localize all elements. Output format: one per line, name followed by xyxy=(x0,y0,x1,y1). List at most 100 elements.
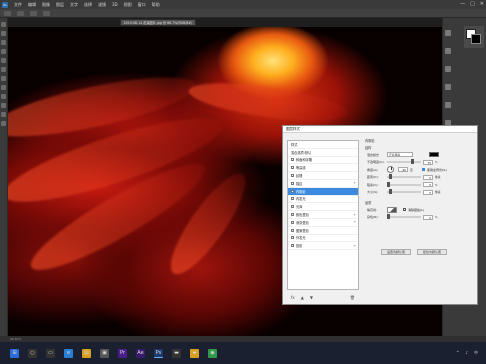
history-panel-icon[interactable] xyxy=(445,30,451,36)
search-icon[interactable]: ○ xyxy=(28,348,37,358)
opacity-slider-knob[interactable] xyxy=(411,159,414,165)
photoshop-icon[interactable]: Ps xyxy=(154,348,163,358)
menu-view[interactable]: 视图 xyxy=(124,2,132,8)
menu-file[interactable]: 文件 xyxy=(14,2,22,8)
style-checkbox[interactable] xyxy=(291,197,294,201)
brush-tool-icon[interactable] xyxy=(1,76,6,81)
quick-select-tool-icon[interactable] xyxy=(1,49,6,54)
menu-3d[interactable]: 3D xyxy=(112,2,118,7)
edge-icon[interactable]: e xyxy=(64,348,73,358)
tray-icon[interactable]: ^ xyxy=(456,350,459,356)
reset-default-button[interactable]: 复位为默认值 xyxy=(417,249,448,255)
style-list-item[interactable]: 内阴影 + xyxy=(288,187,358,196)
marquee-tool-icon[interactable] xyxy=(1,31,6,36)
style-checkbox[interactable] xyxy=(291,244,294,248)
style-list-item[interactable]: 等高线 xyxy=(288,164,358,173)
document-tab[interactable]: 2019-08-14 花朵图片.jpg @ 66.7%(RGB/8#) xyxy=(120,19,196,26)
lasso-tool-icon[interactable] xyxy=(1,40,6,45)
delete-icon[interactable]: 🗑 xyxy=(350,295,355,300)
menu-window[interactable]: 窗口 xyxy=(138,2,146,8)
add-style-icon[interactable]: + xyxy=(353,220,356,224)
size-slider[interactable] xyxy=(387,189,421,195)
style-list-item[interactable]: 内发光 xyxy=(288,196,358,204)
option-icon[interactable] xyxy=(17,10,24,16)
menu-edit[interactable]: 编辑 xyxy=(28,2,36,8)
distance-input[interactable]: 5 xyxy=(423,174,433,180)
style-list-item[interactable]: 样式 xyxy=(288,141,358,149)
style-list-item[interactable]: 外发光 xyxy=(288,235,358,243)
add-style-icon[interactable]: + xyxy=(353,244,356,248)
shadow-color-swatch[interactable] xyxy=(429,152,439,158)
style-list-item[interactable]: 投影 + xyxy=(288,242,358,251)
style-list-item[interactable]: 颜色叠加 + xyxy=(288,211,358,219)
layers-panel-icon[interactable] xyxy=(445,84,451,90)
contour-picker[interactable] xyxy=(387,206,397,213)
style-list-item[interactable]: 混合选项:默认 xyxy=(288,149,358,157)
choke-slider-knob[interactable] xyxy=(387,181,390,187)
option-icon[interactable] xyxy=(30,10,37,16)
choke-slider[interactable] xyxy=(387,181,421,187)
style-list-item[interactable]: 纹理 xyxy=(288,172,358,180)
style-checkbox[interactable] xyxy=(291,174,294,178)
menu-layer[interactable]: 图层 xyxy=(56,2,64,8)
menu-type[interactable]: 文字 xyxy=(70,2,78,8)
style-checkbox[interactable] xyxy=(291,236,294,240)
move-up-icon[interactable]: ▲ xyxy=(301,295,304,300)
style-checkbox[interactable] xyxy=(291,213,294,217)
type-tool-icon[interactable] xyxy=(1,121,6,126)
adjustments-panel-icon[interactable] xyxy=(445,66,451,72)
menu-image[interactable]: 图像 xyxy=(42,2,50,8)
task-view-icon[interactable]: ▭ xyxy=(46,348,55,358)
menu-filter[interactable]: 滤镜 xyxy=(98,2,106,8)
style-list-item[interactable]: 光泽 xyxy=(288,203,358,212)
channels-panel-icon[interactable] xyxy=(445,102,451,108)
eraser-tool-icon[interactable] xyxy=(1,94,6,99)
menu-select[interactable]: 选择 xyxy=(84,2,92,8)
style-checkbox[interactable] xyxy=(291,158,294,162)
pen-tool-icon[interactable] xyxy=(1,112,6,117)
after-effects-icon[interactable]: Ae xyxy=(136,348,145,358)
style-checkbox[interactable] xyxy=(291,181,294,185)
color-swatches[interactable] xyxy=(464,26,484,48)
add-style-icon[interactable]: + xyxy=(353,189,356,193)
style-checkbox[interactable] xyxy=(291,220,294,224)
size-input[interactable]: 5 xyxy=(423,189,433,195)
style-list-item[interactable]: 斜面和浮雕 xyxy=(288,157,358,165)
tray-icon[interactable]: ♪ xyxy=(465,350,468,356)
eyedropper-tool-icon[interactable] xyxy=(1,67,6,72)
style-checkbox[interactable] xyxy=(291,189,294,193)
blend-mode-select[interactable]: 正片叠底 xyxy=(387,152,413,158)
add-style-icon[interactable]: + xyxy=(353,213,356,217)
style-checkbox[interactable] xyxy=(291,166,294,170)
fx-icon[interactable]: fx xyxy=(291,295,295,300)
stamp-tool-icon[interactable] xyxy=(1,85,6,90)
style-checkbox[interactable] xyxy=(291,228,294,232)
premiere-icon[interactable]: Pr xyxy=(118,348,127,358)
chrome-icon[interactable]: ◉ xyxy=(208,348,217,358)
maximize-icon[interactable]: □ xyxy=(470,1,475,7)
background-color-swatch[interactable] xyxy=(471,34,481,44)
choke-input[interactable]: 0 xyxy=(423,182,433,188)
move-down-icon[interactable]: ▼ xyxy=(310,295,313,300)
style-list-item[interactable]: 描边 + xyxy=(288,180,358,188)
tool-preset-icon[interactable] xyxy=(4,10,11,16)
distance-slider[interactable] xyxy=(387,174,421,180)
gradient-tool-icon[interactable] xyxy=(1,103,6,108)
noise-slider[interactable] xyxy=(387,214,421,220)
explorer-icon[interactable]: ▤ xyxy=(82,348,91,358)
folder-icon[interactable]: ▰ xyxy=(190,348,199,358)
tray-icon[interactable]: 中 xyxy=(474,350,478,356)
add-style-icon[interactable]: + xyxy=(353,181,356,185)
antialias-checkbox[interactable] xyxy=(403,208,406,212)
store-icon[interactable]: ▣ xyxy=(100,348,109,358)
style-list-item[interactable]: 图案叠加 xyxy=(288,227,358,235)
minimize-icon[interactable]: — xyxy=(460,1,465,7)
crop-tool-icon[interactable] xyxy=(1,58,6,63)
make-default-button[interactable]: 设置为默认值 xyxy=(381,249,412,255)
distance-slider-knob[interactable] xyxy=(389,174,392,180)
properties-panel-icon[interactable] xyxy=(445,48,451,54)
close-icon[interactable]: ✕ xyxy=(480,1,484,7)
style-checkbox[interactable] xyxy=(291,205,294,209)
windows-icon[interactable]: ⊞ xyxy=(10,348,19,358)
style-list-item[interactable]: 渐变叠加 + xyxy=(288,219,358,227)
